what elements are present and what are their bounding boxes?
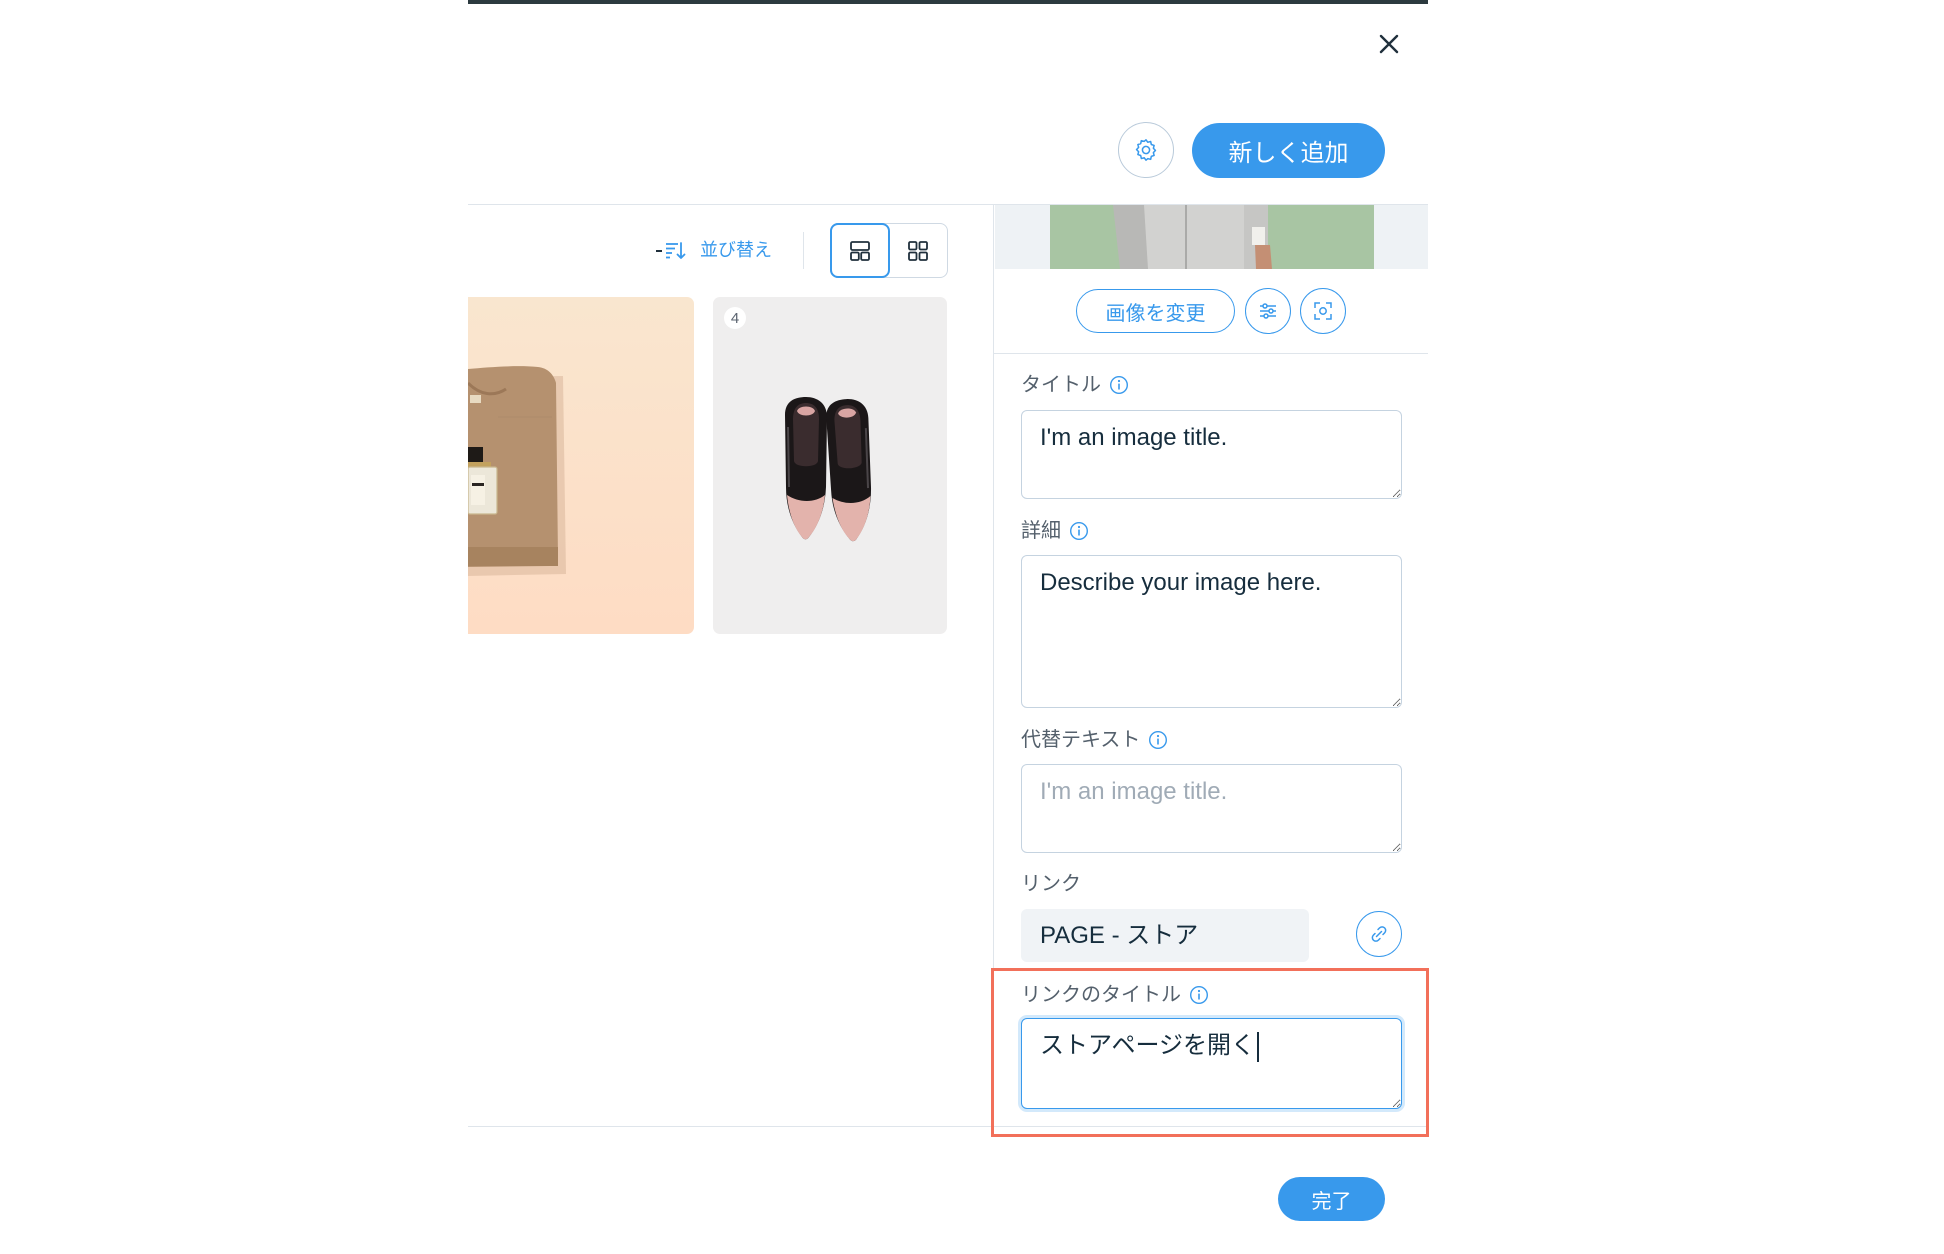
title-field[interactable]: I'm an image title. <box>1021 410 1402 499</box>
description-field[interactable]: Describe your image here. <box>1021 555 1402 708</box>
toolbar-divider <box>803 232 804 269</box>
close-icon <box>1379 34 1399 54</box>
footer-divider <box>468 1126 1428 1127</box>
adjust-image-button[interactable] <box>1245 288 1291 334</box>
focal-point-button[interactable] <box>1300 288 1346 334</box>
link-title-field[interactable]: ストアページを開く <box>1021 1018 1402 1109</box>
description-label-row: 詳細 <box>1021 519 1089 543</box>
selected-image-preview <box>995 205 1428 269</box>
change-image-label: 画像を変更 <box>1105 302 1206 325</box>
change-image-button[interactable]: 画像を変更 <box>1076 289 1235 333</box>
item-number-badge: 4 <box>724 307 746 329</box>
gallery-item-image <box>713 297 947 634</box>
gallery-item[interactable]: 4 <box>713 297 947 634</box>
info-icon[interactable] <box>1109 375 1129 395</box>
large-layout-button[interactable] <box>830 223 890 278</box>
link-label: リンク <box>1021 873 1081 895</box>
title-label-row: タイトル <box>1021 373 1129 397</box>
sliders-icon <box>1260 303 1276 319</box>
details-divider <box>994 353 1428 354</box>
link-title-field-wrapper: ストアページを開く <box>1021 1018 1402 1109</box>
description-label: 詳細 <box>1021 520 1061 542</box>
link-field[interactable]: PAGE - ストア <box>1021 909 1309 962</box>
done-label: 完了 <box>1311 1190 1352 1213</box>
link-title-label: リンクのタイトル <box>1021 984 1181 1006</box>
grid-layout-icon <box>907 240 928 261</box>
gallery-manager-modal: 新しく追加 並び替え 4 画像を変更 タイトル I'm an image tit… <box>468 0 1429 1254</box>
alt-text-label: 代替テキスト <box>1021 729 1141 751</box>
layout-toggle <box>830 223 948 278</box>
settings-button[interactable] <box>1118 122 1174 178</box>
info-icon[interactable] <box>1189 985 1209 1005</box>
gallery-item[interactable] <box>468 297 694 634</box>
link-label-row: リンク <box>1021 872 1081 896</box>
info-icon[interactable] <box>1069 521 1089 541</box>
alt-text-field[interactable] <box>1021 764 1402 853</box>
add-new-button[interactable]: 新しく追加 <box>1192 123 1385 178</box>
title-label: タイトル <box>1021 374 1101 396</box>
done-button[interactable]: 完了 <box>1278 1177 1385 1221</box>
sort-button[interactable]: 並び替え <box>654 236 772 264</box>
selected-image-thumbnail <box>1050 205 1374 269</box>
alt-text-label-row: 代替テキスト <box>1021 728 1168 752</box>
link-title-label-row: リンクのタイトル <box>1021 983 1209 1007</box>
panel-divider <box>993 205 994 1126</box>
sort-icon <box>656 242 686 259</box>
modal-top-edge <box>468 0 1428 4</box>
sort-label: 並び替え <box>700 240 772 260</box>
large-layout-icon <box>849 240 870 261</box>
add-new-label: 新しく追加 <box>1228 140 1349 167</box>
gear-icon <box>1135 139 1157 161</box>
link-icon <box>1371 926 1387 942</box>
gallery-item-image <box>468 297 694 634</box>
grid-layout-button[interactable] <box>889 224 948 277</box>
focal-point-icon <box>1314 302 1332 320</box>
close-button[interactable] <box>1375 30 1403 58</box>
info-icon[interactable] <box>1148 730 1168 750</box>
edit-link-button[interactable] <box>1356 911 1402 957</box>
